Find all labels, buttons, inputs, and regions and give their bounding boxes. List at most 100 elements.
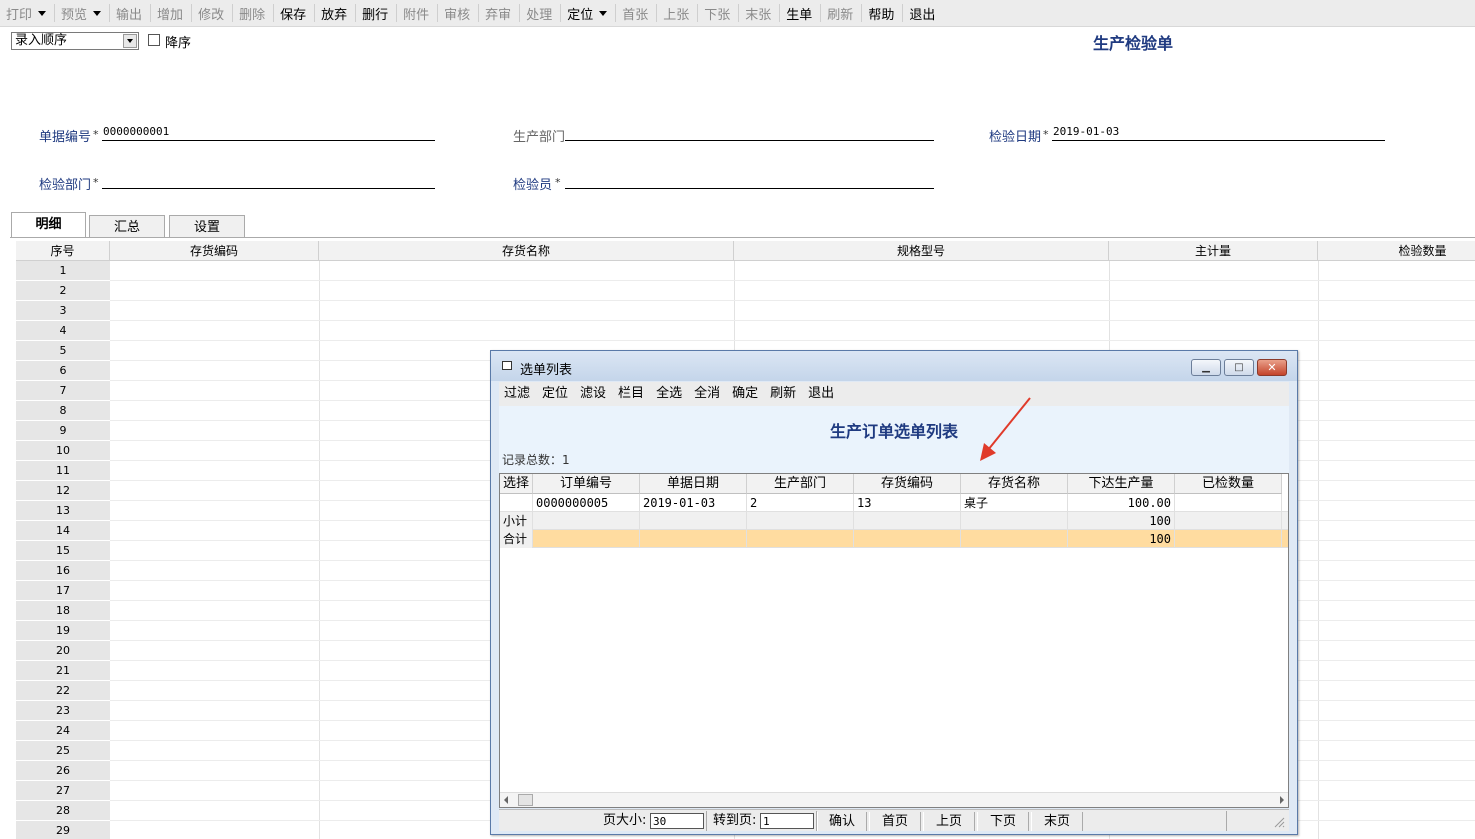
toolbar-button[interactable]: 保存 <box>276 2 310 24</box>
row-number[interactable]: 22 <box>16 681 110 701</box>
tab-summary[interactable]: 汇总 <box>89 215 165 238</box>
grid-header-inspect-qty[interactable]: 检验数量 <box>1318 241 1475 261</box>
grid-header-item-code[interactable]: 存货编码 <box>110 241 319 261</box>
toolbar-button[interactable]: 帮助 <box>864 2 898 24</box>
toolbar-button[interactable]: 下张 <box>700 2 734 24</box>
select-cell[interactable] <box>500 494 533 512</box>
sort-order-select[interactable]: 录入顺序 <box>11 32 139 50</box>
toolbar-button[interactable]: 处理 <box>522 2 556 24</box>
toolbar-button[interactable]: 附件 <box>399 2 433 24</box>
dgrid-header-inspected[interactable]: 已检数量 <box>1175 474 1282 494</box>
toolbar-button[interactable]: 定位 <box>563 2 611 24</box>
grid-header-spec[interactable]: 规格型号 <box>734 241 1109 261</box>
dialog-toolbar-button[interactable]: 过滤 <box>499 383 535 405</box>
toolbar-button[interactable]: 删除 <box>235 2 269 24</box>
chevron-down-icon[interactable] <box>599 10 608 16</box>
row-number[interactable]: 7 <box>16 381 110 401</box>
prev-page-button[interactable]: 上页 <box>923 812 975 831</box>
horizontal-scrollbar[interactable] <box>500 792 1288 807</box>
row-number[interactable]: 8 <box>16 401 110 421</box>
descending-checkbox[interactable] <box>148 34 160 46</box>
row-number[interactable]: 15 <box>16 541 110 561</box>
last-page-button[interactable]: 末页 <box>1031 812 1083 831</box>
row-number[interactable]: 20 <box>16 641 110 661</box>
row-number[interactable]: 10 <box>16 441 110 461</box>
goto-page-input[interactable] <box>760 813 814 829</box>
dgrid-header-date[interactable]: 单据日期 <box>640 474 747 494</box>
row-number[interactable]: 1 <box>16 261 110 281</box>
row-number[interactable]: 18 <box>16 601 110 621</box>
toolbar-button[interactable]: 刷新 <box>823 2 857 24</box>
dgrid-header-select[interactable]: 选择 <box>500 474 533 494</box>
dgrid-header-item-name[interactable]: 存货名称 <box>961 474 1068 494</box>
row-number[interactable]: 28 <box>16 801 110 821</box>
page-size-input[interactable] <box>650 813 704 829</box>
row-number[interactable]: 3 <box>16 301 110 321</box>
dgrid-header-qty[interactable]: 下达生产量 <box>1068 474 1175 494</box>
row-number[interactable]: 2 <box>16 281 110 301</box>
dgrid-header-order-no[interactable]: 订单编号 <box>533 474 640 494</box>
row-number[interactable]: 6 <box>16 361 110 381</box>
toolbar-button[interactable]: 放弃 <box>317 2 351 24</box>
first-page-button[interactable]: 首页 <box>869 812 921 831</box>
chevron-down-icon[interactable] <box>93 10 102 16</box>
row-number[interactable]: 27 <box>16 781 110 801</box>
table-row[interactable]: 0000000005 2019-01-03 2 13 桌子 100.00 <box>500 494 1288 512</box>
toolbar-button[interactable]: 首张 <box>618 2 652 24</box>
row-number[interactable]: 26 <box>16 761 110 781</box>
row-number[interactable]: 9 <box>16 421 110 441</box>
row-number[interactable]: 13 <box>16 501 110 521</box>
doc-no-field[interactable]: 0000000001 <box>103 125 169 138</box>
toolbar-button[interactable]: 审核 <box>440 2 474 24</box>
confirm-button[interactable]: 确认 <box>817 812 867 831</box>
dialog-toolbar-button[interactable]: 栏目 <box>613 383 649 405</box>
row-number[interactable]: 29 <box>16 821 110 839</box>
row-number[interactable]: 24 <box>16 721 110 741</box>
row-number[interactable]: 11 <box>16 461 110 481</box>
close-button[interactable]: ✕ <box>1257 359 1287 376</box>
toolbar-button[interactable]: 增加 <box>153 2 187 24</box>
toolbar-button[interactable]: 删行 <box>358 2 392 24</box>
dialog-toolbar-button[interactable]: 刷新 <box>765 383 801 405</box>
row-number[interactable]: 16 <box>16 561 110 581</box>
row-number[interactable]: 21 <box>16 661 110 681</box>
dialog-toolbar-button[interactable]: 全消 <box>689 383 725 405</box>
dialog-titlebar[interactable]: 选单列表 ▁ □ ✕ <box>491 351 1297 381</box>
resize-grip-icon[interactable] <box>1273 816 1285 828</box>
order-list-grid[interactable]: 选择 订单编号 单据日期 生产部门 存货编码 存货名称 下达生产量 已检数量 0… <box>499 473 1289 808</box>
grid-header-seq[interactable]: 序号 <box>16 241 110 261</box>
row-number[interactable]: 25 <box>16 741 110 761</box>
tab-settings[interactable]: 设置 <box>169 215 245 238</box>
dialog-toolbar-button[interactable]: 滤设 <box>575 383 611 405</box>
grid-header-unit[interactable]: 主计量 <box>1109 241 1318 261</box>
dialog-toolbar-button[interactable]: 退出 <box>803 383 839 405</box>
row-number[interactable]: 14 <box>16 521 110 541</box>
scrollbar-thumb[interactable] <box>518 794 533 806</box>
grid-header-item-name[interactable]: 存货名称 <box>319 241 734 261</box>
dialog-toolbar-button[interactable]: 定位 <box>537 383 573 405</box>
scroll-left-icon[interactable] <box>504 796 508 804</box>
dgrid-header-item-code[interactable]: 存货编码 <box>854 474 961 494</box>
row-number[interactable]: 4 <box>16 321 110 341</box>
toolbar-button[interactable]: 修改 <box>194 2 228 24</box>
row-number[interactable]: 23 <box>16 701 110 721</box>
toolbar-button[interactable]: 预览 <box>57 2 105 24</box>
maximize-button[interactable]: □ <box>1224 359 1254 376</box>
toolbar-button[interactable]: 上张 <box>659 2 693 24</box>
dialog-toolbar-button[interactable]: 全选 <box>651 383 687 405</box>
row-number[interactable]: 5 <box>16 341 110 361</box>
toolbar-button[interactable]: 输出 <box>112 2 146 24</box>
scroll-right-icon[interactable] <box>1280 796 1284 804</box>
tab-detail[interactable]: 明细 <box>11 212 86 238</box>
toolbar-button[interactable]: 打印 <box>2 2 50 24</box>
row-number[interactable]: 17 <box>16 581 110 601</box>
inspect-date-field[interactable]: 2019-01-03 <box>1053 125 1119 138</box>
chevron-down-icon[interactable] <box>38 10 47 16</box>
row-number[interactable]: 12 <box>16 481 110 501</box>
chevron-down-icon[interactable] <box>123 34 137 48</box>
toolbar-button[interactable]: 退出 <box>905 2 939 24</box>
toolbar-button[interactable]: 末张 <box>741 2 775 24</box>
row-number[interactable]: 19 <box>16 621 110 641</box>
toolbar-button[interactable]: 生单 <box>782 2 816 24</box>
dgrid-header-dept[interactable]: 生产部门 <box>747 474 854 494</box>
